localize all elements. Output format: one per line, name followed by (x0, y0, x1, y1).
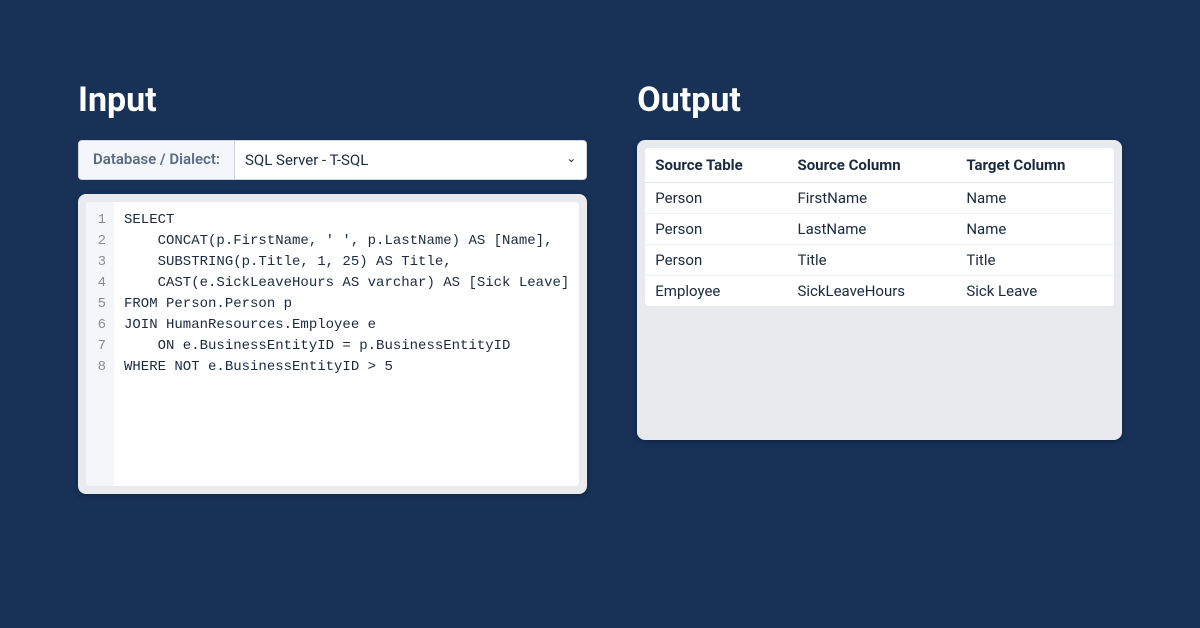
code-line[interactable]: CONCAT(p.FirstName, ' ', p.LastName) AS … (124, 231, 569, 252)
code-line[interactable]: ON e.BusinessEntityID = p.BusinessEntity… (124, 336, 569, 357)
dialect-label: Database / Dialect: (79, 141, 235, 179)
line-number: 4 (92, 273, 106, 294)
output-column: Output Source Table Source Column Target… (637, 80, 1122, 628)
col-header-source-table: Source Table (645, 148, 787, 183)
output-heading: Output (637, 80, 1122, 120)
cell-source-table: Employee (645, 276, 787, 307)
output-panel: Source Table Source Column Target Column… (637, 140, 1122, 440)
cell-source-column: SickLeaveHours (787, 276, 956, 307)
code-line[interactable]: SELECT (124, 210, 569, 231)
line-gutter: 12345678 (86, 202, 114, 486)
dialect-select[interactable]: SQL Server - T-SQL (235, 141, 566, 179)
sql-editor[interactable]: 12345678 SELECT CONCAT(p.FirstName, ' ',… (86, 202, 579, 486)
cell-target-column: Sick Leave (956, 276, 1114, 307)
code-line[interactable]: FROM Person.Person p (124, 294, 569, 315)
line-number: 8 (92, 357, 106, 378)
table-row: EmployeeSickLeaveHoursSick Leave (645, 276, 1114, 307)
line-number: 2 (92, 231, 106, 252)
input-panel: 12345678 SELECT CONCAT(p.FirstName, ' ',… (78, 194, 587, 494)
cell-source-column: Title (787, 245, 956, 276)
input-column: Input Database / Dialect: SQL Server - T… (78, 80, 587, 628)
cell-target-column: Title (956, 245, 1114, 276)
table-row: PersonFirstNameName (645, 183, 1114, 214)
line-number: 1 (92, 210, 106, 231)
col-header-target-column: Target Column (956, 148, 1114, 183)
input-heading: Input (78, 80, 587, 120)
table-row: PersonTitleTitle (645, 245, 1114, 276)
output-table: Source Table Source Column Target Column… (645, 148, 1114, 306)
code-line[interactable]: JOIN HumanResources.Employee e (124, 315, 569, 336)
cell-source-table: Person (645, 214, 787, 245)
line-number: 3 (92, 252, 106, 273)
line-number: 7 (92, 336, 106, 357)
code-line[interactable]: SUBSTRING(p.Title, 1, 25) AS Title, (124, 252, 569, 273)
col-header-source-column: Source Column (787, 148, 956, 183)
line-number: 6 (92, 315, 106, 336)
chevron-down-icon: ⌄ (566, 141, 586, 179)
table-header-row: Source Table Source Column Target Column (645, 148, 1114, 183)
cell-source-table: Person (645, 183, 787, 214)
code-line[interactable]: WHERE NOT e.BusinessEntityID > 5 (124, 357, 569, 378)
cell-source-column: FirstName (787, 183, 956, 214)
code-area[interactable]: SELECT CONCAT(p.FirstName, ' ', p.LastNa… (114, 202, 579, 486)
code-line[interactable]: CAST(e.SickLeaveHours AS varchar) AS [Si… (124, 273, 569, 294)
cell-target-column: Name (956, 183, 1114, 214)
table-row: PersonLastNameName (645, 214, 1114, 245)
output-table-wrap: Source Table Source Column Target Column… (645, 148, 1114, 306)
cell-source-column: LastName (787, 214, 956, 245)
cell-source-table: Person (645, 245, 787, 276)
dialect-bar: Database / Dialect: SQL Server - T-SQL ⌄ (78, 140, 587, 180)
cell-target-column: Name (956, 214, 1114, 245)
line-number: 5 (92, 294, 106, 315)
